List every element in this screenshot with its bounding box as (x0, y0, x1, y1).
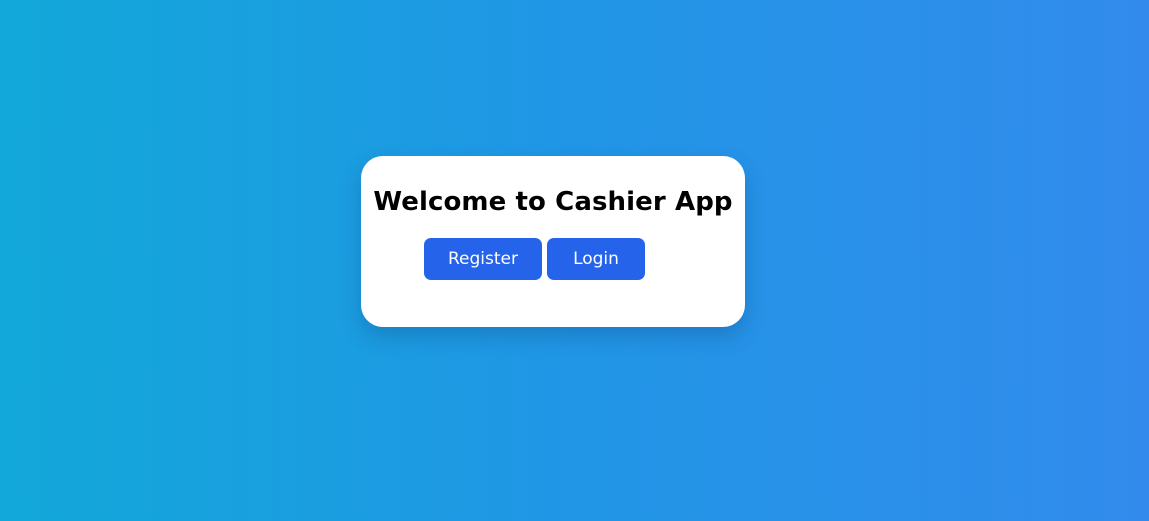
login-button[interactable]: Login (547, 238, 645, 280)
register-button[interactable]: Register (424, 238, 542, 280)
welcome-card: Welcome to Cashier App Register Login (361, 156, 745, 327)
page-title: Welcome to Cashier App (373, 187, 733, 217)
auth-actions: Register Login (424, 238, 645, 280)
